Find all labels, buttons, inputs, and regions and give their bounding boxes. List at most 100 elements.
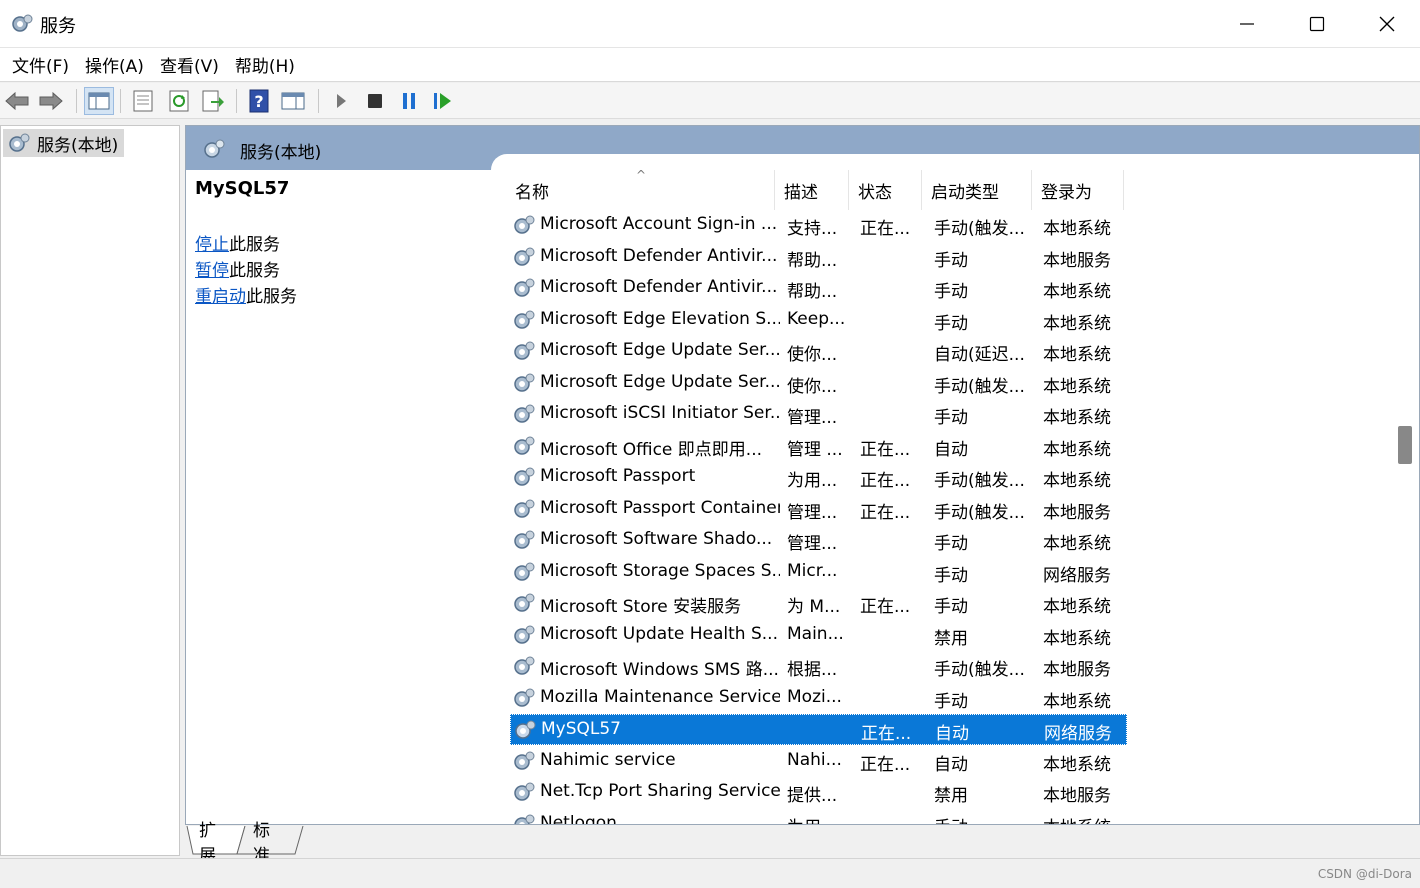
- console-tree-button[interactable]: [84, 87, 114, 115]
- selected-service-name: MySQL57: [195, 178, 290, 199]
- service-row[interactable]: Microsoft Windows SMS 路... 根据... 手动(触发... 本…: [510, 651, 1127, 682]
- column-startup-label: 启动类型: [931, 182, 999, 203]
- service-gear-icon: [514, 751, 535, 770]
- column-header-desc[interactable]: 描述: [775, 170, 849, 210]
- service-row[interactable]: Netlogon 为用... 手动本地系统: [510, 809, 1127, 825]
- export-button[interactable]: [198, 87, 228, 115]
- panel-title: 服务(本地): [240, 143, 322, 163]
- cell-startup: 手动: [934, 534, 968, 554]
- status-bar: CSDN @di-Dora: [0, 858, 1420, 888]
- service-row[interactable]: Mozilla Maintenance Service Mozi... 手动 本地系统: [510, 683, 1127, 714]
- service-row[interactable]: MySQL57 正在... 自动 网络服务: [510, 714, 1127, 745]
- stop-service-link[interactable]: 停止: [195, 235, 229, 255]
- service-gear-icon: [514, 278, 535, 297]
- refresh-button[interactable]: [164, 87, 194, 115]
- column-header-name[interactable]: 名称 ^: [506, 170, 775, 210]
- service-gear-icon: [514, 467, 535, 486]
- service-row[interactable]: Microsoft Passport 为用... 正在... 手动(触发... 本地系统: [510, 462, 1127, 493]
- cell-startup: 手动(触发...: [934, 219, 1025, 239]
- service-gear-icon: [514, 247, 535, 266]
- cell-name: Microsoft Update Health S...: [540, 623, 778, 644]
- cell-startup: 手动: [934, 813, 1038, 825]
- service-row[interactable]: Microsoft Edge Elevation S... Keep... 手动 本地…: [510, 305, 1127, 336]
- service-row[interactable]: Microsoft Defender Antivir... 帮助... 手动 本地系统: [510, 273, 1127, 304]
- service-gear-icon: [514, 373, 535, 392]
- service-row[interactable]: Microsoft Account Sign-in ... 支持... 正在... 手…: [510, 210, 1127, 241]
- start-service-button[interactable]: [326, 87, 356, 115]
- cell-desc: 为 M...: [787, 597, 841, 617]
- tree-node-services-local[interactable]: 服务(本地): [3, 129, 125, 157]
- scrollbar-thumb[interactable]: [1398, 426, 1412, 464]
- vertical-scrollbar[interactable]: [1397, 170, 1417, 824]
- cell-logon: 本地服务: [1043, 250, 1111, 271]
- cell-name: Microsoft Storage Spaces S...: [540, 560, 780, 581]
- service-row[interactable]: Nahimic service Nahi... 正在... 自动 本地系统: [510, 746, 1127, 777]
- service-row[interactable]: Microsoft Edge Update Ser... 使你... 自动(延迟..…: [510, 336, 1127, 367]
- cell-name: Microsoft Account Sign-in ...: [540, 214, 778, 234]
- service-row[interactable]: Microsoft iSCSI Initiator Ser... 管理... 手动 本…: [510, 399, 1127, 430]
- forward-button[interactable]: [36, 87, 66, 115]
- service-gear-icon: [514, 814, 535, 824]
- service-gear-icon: [514, 688, 535, 707]
- cell-desc: 使你...: [787, 345, 838, 365]
- window-title: 服务: [40, 16, 76, 37]
- forward-arrow-icon: [39, 91, 63, 111]
- cell-logon: 本地系统: [1043, 754, 1111, 775]
- service-gear-icon: [514, 404, 535, 423]
- pause-suffix: 此服务: [229, 261, 280, 281]
- column-header-startup[interactable]: 启动类型: [922, 170, 1032, 210]
- properties-button[interactable]: [128, 87, 158, 115]
- service-row[interactable]: Microsoft Office 即点即用... 管理 ... 正在... 自动 本地系…: [510, 431, 1127, 462]
- minimize-button[interactable]: [1212, 0, 1282, 48]
- stop-icon: [368, 94, 382, 108]
- menu-view[interactable]: 查看(V): [152, 52, 227, 77]
- service-gear-icon: [514, 215, 535, 234]
- menu-help[interactable]: 帮助(H): [227, 52, 303, 77]
- help-button[interactable]: ?: [244, 87, 274, 115]
- action-pane-button[interactable]: [278, 87, 308, 115]
- service-row[interactable]: Microsoft Store 安装服务 为 M... 正在... 手动 本地系统: [510, 588, 1127, 619]
- pause-service-link[interactable]: 暂停: [195, 261, 229, 281]
- cell-startup: 手动: [934, 408, 968, 428]
- service-row[interactable]: Microsoft Storage Spaces S... Micr... 手动 网络…: [510, 557, 1127, 588]
- column-header-status[interactable]: 状态: [849, 170, 922, 210]
- service-row[interactable]: Microsoft Software Shado... 管理... 手动 本地系统: [510, 525, 1127, 556]
- cell-name: Microsoft Store 安装服务: [540, 597, 742, 617]
- cell-logon: 网络服务: [1044, 724, 1112, 744]
- tab-extended[interactable]: 扩展: [199, 821, 216, 866]
- cell-startup: 手动: [934, 282, 968, 302]
- menu-action[interactable]: 操作(A): [77, 52, 152, 77]
- cell-startup: 手动: [934, 313, 968, 334]
- toolbar: ?: [0, 83, 1420, 119]
- pause-service-button[interactable]: [394, 87, 424, 115]
- service-gear-icon: [514, 341, 535, 360]
- cell-status: 正在...: [860, 471, 911, 491]
- service-gear-icon: [514, 499, 535, 518]
- cell-name: Microsoft Passport Container: [540, 497, 780, 518]
- maximize-button[interactable]: [1282, 0, 1352, 48]
- resume-service-button[interactable]: [428, 87, 458, 115]
- close-button[interactable]: [1352, 0, 1420, 48]
- service-row[interactable]: Microsoft Update Health S... Main... 禁用 本地系…: [510, 620, 1127, 651]
- stop-service-button[interactable]: [360, 87, 390, 115]
- service-row[interactable]: Net.Tcp Port Sharing Service 提供... 禁用 本地服务: [510, 777, 1127, 808]
- tab-standard[interactable]: 标准: [253, 821, 270, 866]
- service-row[interactable]: Microsoft Defender Antivir... 帮助... 手动 本地服务: [510, 242, 1127, 273]
- restart-service-link[interactable]: 重启动: [195, 287, 246, 307]
- cell-logon: 本地服务: [1043, 786, 1111, 806]
- help-icon: ?: [249, 89, 269, 113]
- cell-status: 正在...: [860, 597, 911, 617]
- cell-name: Mozilla Maintenance Service: [540, 686, 780, 707]
- cell-startup: 禁用: [934, 786, 968, 806]
- restart-suffix: 此服务: [246, 287, 297, 307]
- cell-desc: 帮助...: [787, 282, 838, 302]
- service-row[interactable]: Microsoft Edge Update Ser... 使你... 手动(触发..…: [510, 368, 1127, 399]
- cell-desc: Micr...: [787, 560, 838, 581]
- back-button[interactable]: [2, 87, 32, 115]
- service-gear-icon: [515, 720, 536, 739]
- service-row[interactable]: Microsoft Passport Container 管理... 正在... 手动…: [510, 494, 1127, 525]
- menu-file[interactable]: 文件(F): [4, 52, 77, 77]
- column-header-logon[interactable]: 登录为: [1032, 170, 1124, 210]
- cell-name: Netlogon: [540, 812, 617, 825]
- cell-logon: 本地系统: [1043, 313, 1111, 334]
